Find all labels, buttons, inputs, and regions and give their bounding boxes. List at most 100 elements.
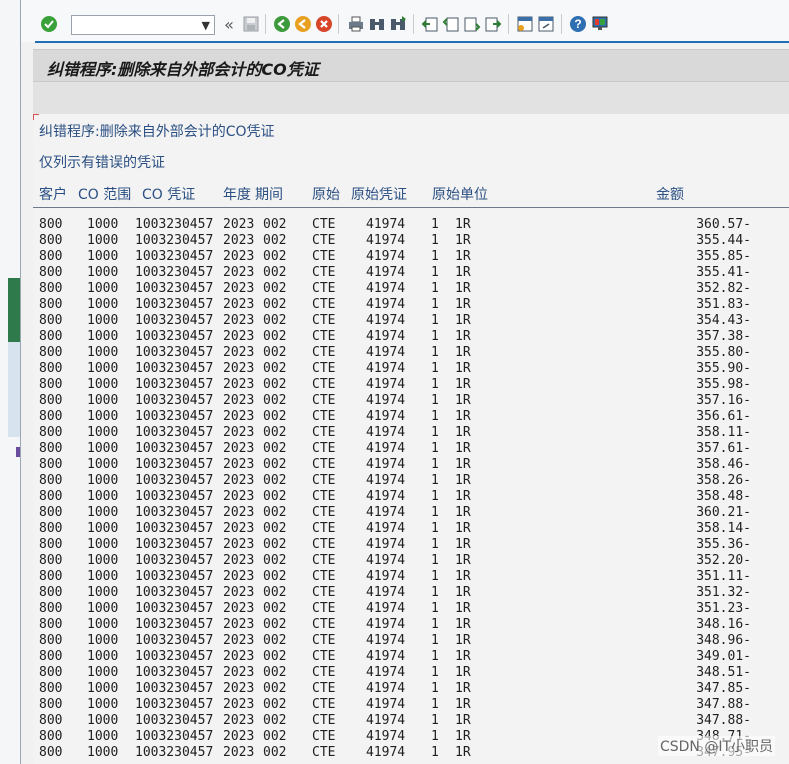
amount-cell: 358.14-	[696, 521, 751, 536]
table-row[interactable]: 800 1000 1003230457 2023 002 CTE 41974 1 1R 347.8…	[33, 697, 789, 713]
table-row[interactable]: 800 1000 1003230457 2023 002 CTE 41974 1 1R 355.4…	[33, 265, 789, 281]
table-cell: 1003230457	[135, 217, 214, 232]
table-cell: 41974	[366, 697, 406, 712]
table-row[interactable]: 800 1000 1003230457 2023 002 CTE 41974 1 1R 351.1…	[33, 569, 789, 585]
table-row[interactable]: 800 1000 1003230457 2023 002 CTE 41974 1 1R 360.2…	[33, 505, 789, 521]
first-page-icon[interactable]	[420, 14, 440, 34]
table-cell: 2023	[223, 409, 255, 424]
table-row[interactable]: 800 1000 1003230457 2023 002 CTE 41974 1 1R 349.0…	[33, 649, 789, 665]
table-cell: 1	[431, 441, 439, 456]
table-cell: 2023	[223, 329, 255, 344]
shortcut-icon[interactable]	[536, 14, 556, 34]
table-cell: 1003230457	[135, 569, 214, 584]
table-cell: CTE	[312, 361, 336, 376]
table-cell: 1R	[455, 345, 471, 360]
table-cell: 1R	[455, 553, 471, 568]
table-row[interactable]: 800 1000 1003230457 2023 002 CTE 41974 1 1R 351.3…	[33, 585, 789, 601]
header-underline	[33, 207, 789, 208]
last-page-icon[interactable]	[483, 14, 503, 34]
table-cell: 1R	[455, 569, 471, 584]
table-cell: 1003230457	[135, 681, 214, 696]
table-row[interactable]: 800 1000 1003230457 2023 002 CTE 41974 1 1R 358.1…	[33, 425, 789, 441]
table-row[interactable]: 800 1000 1003230457 2023 002 CTE 41974 1 1R 347.8…	[33, 713, 789, 729]
table-cell: 800	[39, 361, 63, 376]
table-cell: 2023	[223, 729, 255, 744]
previous-page-icon[interactable]	[441, 14, 461, 34]
table-cell: 1000	[87, 585, 119, 600]
table-row[interactable]: 800 1000 1003230457 2023 002 CTE 41974 1 1R 348.1…	[33, 617, 789, 633]
table-cell: 1003230457	[135, 265, 214, 280]
table-row[interactable]: 800 1000 1003230457 2023 002 CTE 41974 1 1R 352.2…	[33, 553, 789, 569]
amount-cell: 347.88-	[696, 697, 751, 712]
table-row[interactable]: 800 1000 1003230457 2023 002 CTE 41974 1 1R 347.8…	[33, 681, 789, 697]
table-cell: 1000	[87, 297, 119, 312]
table-cell: 2023	[223, 457, 255, 472]
table-cell: 800	[39, 281, 63, 296]
help-icon[interactable]: ?	[568, 14, 588, 34]
back-icon[interactable]	[272, 14, 292, 34]
table-row[interactable]: 800 1000 1003230457 2023 002 CTE 41974 1 1R 355.9…	[33, 361, 789, 377]
command-dropdown-icon[interactable]: ▼	[202, 19, 210, 32]
table-row[interactable]: 800 1000 1003230457 2023 002 CTE 41974 1 1R 357.6…	[33, 441, 789, 457]
table-row[interactable]: 800 1000 1003230457 2023 002 CTE 41974 1 1R 358.2…	[33, 473, 789, 489]
table-cell: 2023	[223, 249, 255, 264]
table-cell: 1003230457	[135, 649, 214, 664]
find-next-icon[interactable]	[388, 14, 408, 34]
table-cell: 2023	[223, 233, 255, 248]
exit-icon[interactable]	[293, 14, 313, 34]
enter-icon[interactable]	[39, 14, 59, 34]
table-row[interactable]: 800 1000 1003230457 2023 002 CTE 41974 1 1R 352.8…	[33, 281, 789, 297]
table-cell: 002	[263, 489, 287, 504]
table-cell: CTE	[312, 505, 336, 520]
table-cell: 800	[39, 745, 63, 760]
table-row[interactable]: 800 1000 1003230457 2023 002 CTE 41974 1 1R 355.8…	[33, 249, 789, 265]
find-icon[interactable]	[367, 14, 387, 34]
table-cell: 800	[39, 521, 63, 536]
report-heading: 纠错程序:删除来自外部会计的CO凭证	[39, 124, 275, 140]
table-row[interactable]: 800 1000 1003230457 2023 002 CTE 41974 1 1R 358.4…	[33, 489, 789, 505]
table-row[interactable]: 800 1000 1003230457 2023 002 CTE 41974 1 1R 358.4…	[33, 457, 789, 473]
table-cell: 002	[263, 393, 287, 408]
table-cell: 2023	[223, 553, 255, 568]
table-cell: 41974	[366, 377, 406, 392]
table-row[interactable]: 800 1000 1003230457 2023 002 CTE 41974 1 1R 348.9…	[33, 633, 789, 649]
table-row[interactable]: 800 1000 1003230457 2023 002 CTE 41974 1 1R 351.8…	[33, 297, 789, 313]
table-row[interactable]: 800 1000 1003230457 2023 002 CTE 41974 1 1R 357.3…	[33, 329, 789, 345]
table-cell: 41974	[366, 633, 406, 648]
new-session-icon[interactable]	[515, 14, 535, 34]
table-cell: 1003230457	[135, 729, 214, 744]
table-row[interactable]: 800 1000 1003230457 2023 002 CTE 41974 1 1R 351.2…	[33, 601, 789, 617]
table-cell: 800	[39, 601, 63, 616]
table-cell: 002	[263, 217, 287, 232]
table-cell: 800	[39, 457, 63, 472]
print-icon[interactable]	[346, 14, 366, 34]
cancel-icon[interactable]	[314, 14, 334, 34]
customize-layout-icon[interactable]	[590, 14, 610, 34]
save-icon[interactable]	[241, 14, 261, 34]
table-cell: 800	[39, 649, 63, 664]
table-row[interactable]: 800 1000 1003230457 2023 002 CTE 41974 1 1R 356.6…	[33, 409, 789, 425]
table-row[interactable]: 800 1000 1003230457 2023 002 CTE 41974 1 1R 355.4…	[33, 233, 789, 249]
table-cell: 1R	[455, 313, 471, 328]
table-row[interactable]: 800 1000 1003230457 2023 002 CTE 41974 1 1R 355.3…	[33, 537, 789, 553]
table-cell: 002	[263, 537, 287, 552]
report-list: 纠错程序:删除来自外部会计的CO凭证 仅列示有错误的凭证 客户 CO 范围 CO…	[33, 114, 789, 764]
table-cell: 1R	[455, 537, 471, 552]
table-row[interactable]: 800 1000 1003230457 2023 002 CTE 41974 1 1R 360.5…	[33, 217, 789, 233]
table-row[interactable]: 800 1000 1003230457 2023 002 CTE 41974 1 1R 355.8…	[33, 345, 789, 361]
table-cell: 002	[263, 713, 287, 728]
command-field[interactable]: ▼	[71, 15, 215, 35]
table-row[interactable]: 800 1000 1003230457 2023 002 CTE 41974 1 1R 354.4…	[33, 313, 789, 329]
column-header-origin: 原始	[312, 187, 340, 203]
table-cell: 1	[431, 489, 439, 504]
table-cell: 002	[263, 361, 287, 376]
table-row[interactable]: 800 1000 1003230457 2023 002 CTE 41974 1 1R 348.5…	[33, 665, 789, 681]
next-page-icon[interactable]	[462, 14, 482, 34]
collapse-icon[interactable]: «	[219, 14, 239, 34]
table-cell: 1000	[87, 313, 119, 328]
table-row[interactable]: 800 1000 1003230457 2023 002 CTE 41974 1 1R 355.9…	[33, 377, 789, 393]
table-row[interactable]: 800 1000 1003230457 2023 002 CTE 41974 1 1R 357.1…	[33, 393, 789, 409]
table-cell: 002	[263, 441, 287, 456]
table-cell: 41974	[366, 265, 406, 280]
table-row[interactable]: 800 1000 1003230457 2023 002 CTE 41974 1 1R 358.1…	[33, 521, 789, 537]
